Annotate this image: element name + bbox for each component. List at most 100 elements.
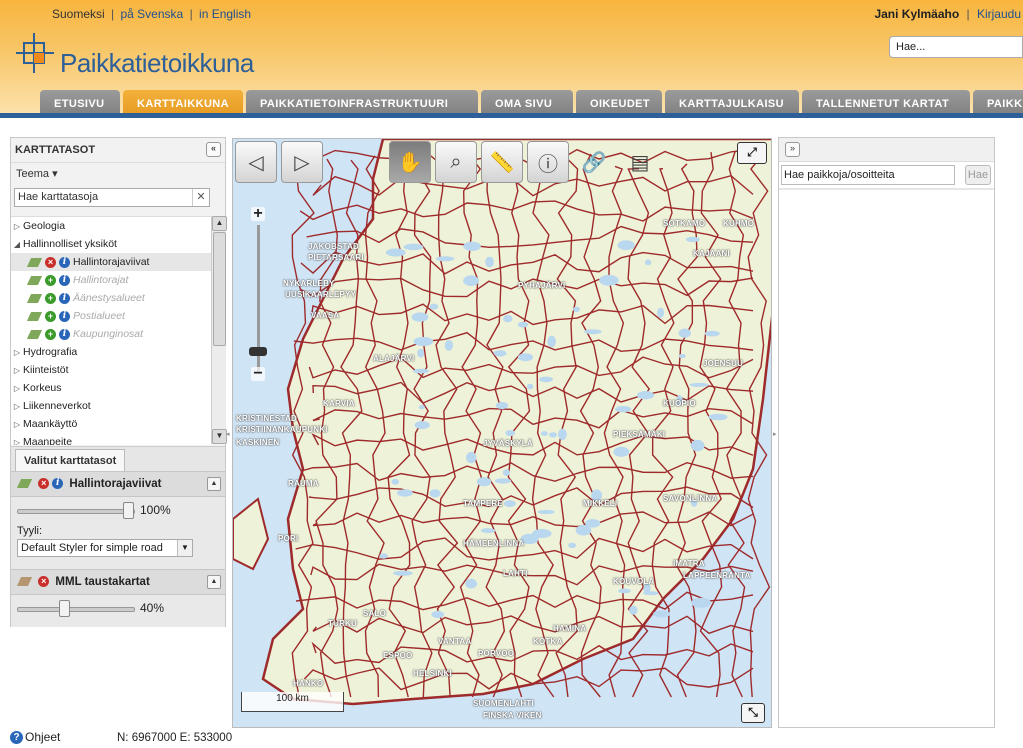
opacity-track[interactable] [17,607,135,612]
minimize-map-icon[interactable]: ⤡ [741,703,765,723]
fullscreen-icon[interactable]: ⤢ [737,142,767,164]
expand-arrow-icon[interactable]: ▷ [11,416,23,434]
place-label: VANTAA [438,637,472,646]
add-layer-icon[interactable]: + [45,274,56,286]
tree-group[interactable]: ▷ Kiinteistöt [11,361,211,379]
tab-selected-layers[interactable]: Valitut karttatasot [15,449,126,472]
collapse-layer-icon[interactable]: ▲ [207,477,221,491]
chevron-down-icon[interactable]: ▼ [177,540,192,556]
opacity-knob[interactable] [59,600,71,617]
style-select[interactable]: Default Styler for simple road ▼ [17,539,193,557]
opacity-slider[interactable]: 100% [11,497,225,523]
add-layer-icon[interactable]: + [45,310,56,322]
expand-arrow-icon[interactable]: ▷ [11,362,23,380]
opacity-slider[interactable]: 40% [11,595,225,621]
tree-group-geologia[interactable]: ▷ Geologia [11,217,211,235]
layer-search-input[interactable]: Hae karttatasoja ✕ [14,188,210,207]
logo-text[interactable]: Paikkatietoikkuna [60,48,254,79]
place-search-button[interactable]: Hae [965,165,991,185]
zoom-in-icon[interactable]: + [251,206,265,222]
tree-group[interactable]: ▷ Maankäyttö [11,415,211,433]
map-view[interactable]: JAKOBSTAD PIETARSAARI NYKARLEBY UUSIKAARLEP… [232,138,772,728]
scroll-up-icon[interactable]: ▲ [212,216,227,231]
zoom-knob[interactable] [249,347,267,356]
layer-tree: ▷ Geologia ◢ Hallinnolliset yksiköt × i Hall… [11,216,211,445]
layer-row[interactable]: + i Kaupunginosat [11,325,211,343]
layer-info-icon[interactable]: i [59,292,70,304]
expand-arrow-icon[interactable]: ▷ [11,218,23,236]
add-layer-icon[interactable]: + [45,328,56,340]
selected-layer-name: Hallintorajaviivat [69,478,162,490]
help-label[interactable]: Ohjeet [25,730,60,744]
grouping-dropdown[interactable]: Teema ▾ [11,163,225,185]
expand-arrow-icon[interactable]: ▷ [11,380,23,398]
layer-info-icon[interactable]: i [59,256,70,268]
scale-bar: 100 km [241,692,344,712]
place-label: ALAJÄRVI [373,354,415,363]
collapse-layer-icon[interactable]: ▲ [207,575,221,589]
tree-group-label: Maanpeite [23,436,73,445]
link-icon[interactable]: 🔗 [573,141,615,183]
place-label: SOTKAMO [663,219,706,228]
add-layer-icon[interactable]: + [45,292,56,304]
collapse-panel-icon[interactable]: « [206,142,221,157]
layer-info-icon[interactable]: i [59,274,70,286]
layer-info-icon[interactable]: i [52,478,64,490]
layer-row[interactable]: × i Hallintorajaviivat [11,253,211,271]
tree-group[interactable]: ▷ Korkeus [11,379,211,397]
place-search-input[interactable]: Hae paikkoja/osoitteita [781,165,955,185]
tree-group[interactable]: ▷ Liikenneverkot [11,397,211,415]
layer-info-icon[interactable]: i [59,310,70,322]
print-preview-icon[interactable]: ▤ [619,141,661,183]
left-panel-resize-handle[interactable]: ◂ [226,430,231,444]
expand-arrow-icon[interactable]: ▷ [11,398,23,416]
collapse-arrow-icon[interactable]: ◢ [11,236,23,254]
tree-group[interactable]: ▷ Maanpeite [11,433,211,445]
remove-layer-icon[interactable]: × [38,576,50,588]
logo-icon[interactable] [16,33,54,73]
place-label: PORI [278,534,299,543]
help-icon[interactable]: ? [10,731,23,745]
style-label: Tyyli: [17,525,43,537]
search-panel-header: » [779,138,994,162]
tree-group-hallinnolliset[interactable]: ◢ Hallinnolliset yksiköt [11,235,211,253]
place-label: KRISTIINANKAUPUNKI [236,425,328,434]
forward-icon[interactable]: ▷ [281,141,323,183]
layer-name: Postialueet [73,310,125,322]
selected-layers-tabbar: Valitut karttatasot [11,446,225,472]
info-cursor-icon[interactable]: ⓘ [527,141,569,183]
lang-swedish[interactable]: på Svenska [121,7,184,21]
logout-link[interactable]: Kirjaudu [977,7,1021,21]
remove-layer-icon[interactable]: × [45,256,56,268]
expand-arrow-icon[interactable]: ▷ [11,434,23,445]
layer-tree-scrollbar[interactable]: ▲ ▼ [211,216,227,444]
opacity-knob[interactable] [123,502,134,519]
lang-english[interactable]: in English [199,7,251,21]
zoom-out-icon[interactable]: − [251,366,265,382]
measure-ruler-icon[interactable]: 📏 [481,141,523,183]
opacity-track[interactable] [17,509,135,514]
place-label: JOENSUU [703,359,744,368]
layer-row[interactable]: + i Äänestysalueet [11,289,211,307]
lang-finnish[interactable]: Suomeksi [52,7,105,21]
place-label: IMATRA [673,559,705,568]
layer-row[interactable]: + i Hallintorajat [11,271,211,289]
pan-hand-icon[interactable]: ✋ [389,141,431,183]
back-icon[interactable]: ◁ [235,141,277,183]
help-link[interactable]: ? Ohjeet [10,730,60,748]
clear-search-icon[interactable]: ✕ [192,189,209,206]
scroll-down-icon[interactable]: ▼ [212,429,227,444]
layer-row[interactable]: + i Postialueet [11,307,211,325]
site-search-input[interactable]: Hae... [889,36,1023,58]
tree-group[interactable]: ▷ Hydrografia [11,343,211,361]
zoom-bar[interactable]: + − [249,206,269,387]
expand-arrow-icon[interactable]: ▷ [11,344,23,362]
zoom-box-icon[interactable]: ⌕ [435,141,477,183]
layer-style-swatch-icon [26,293,43,303]
layer-info-icon[interactable]: i [59,328,70,340]
expand-panel-icon[interactable]: » [785,142,800,157]
remove-layer-icon[interactable]: × [38,478,50,490]
scroll-thumb[interactable] [213,232,226,346]
place-label: JAKOBSTAD [308,242,359,251]
place-label: KASKINEN [236,438,280,447]
